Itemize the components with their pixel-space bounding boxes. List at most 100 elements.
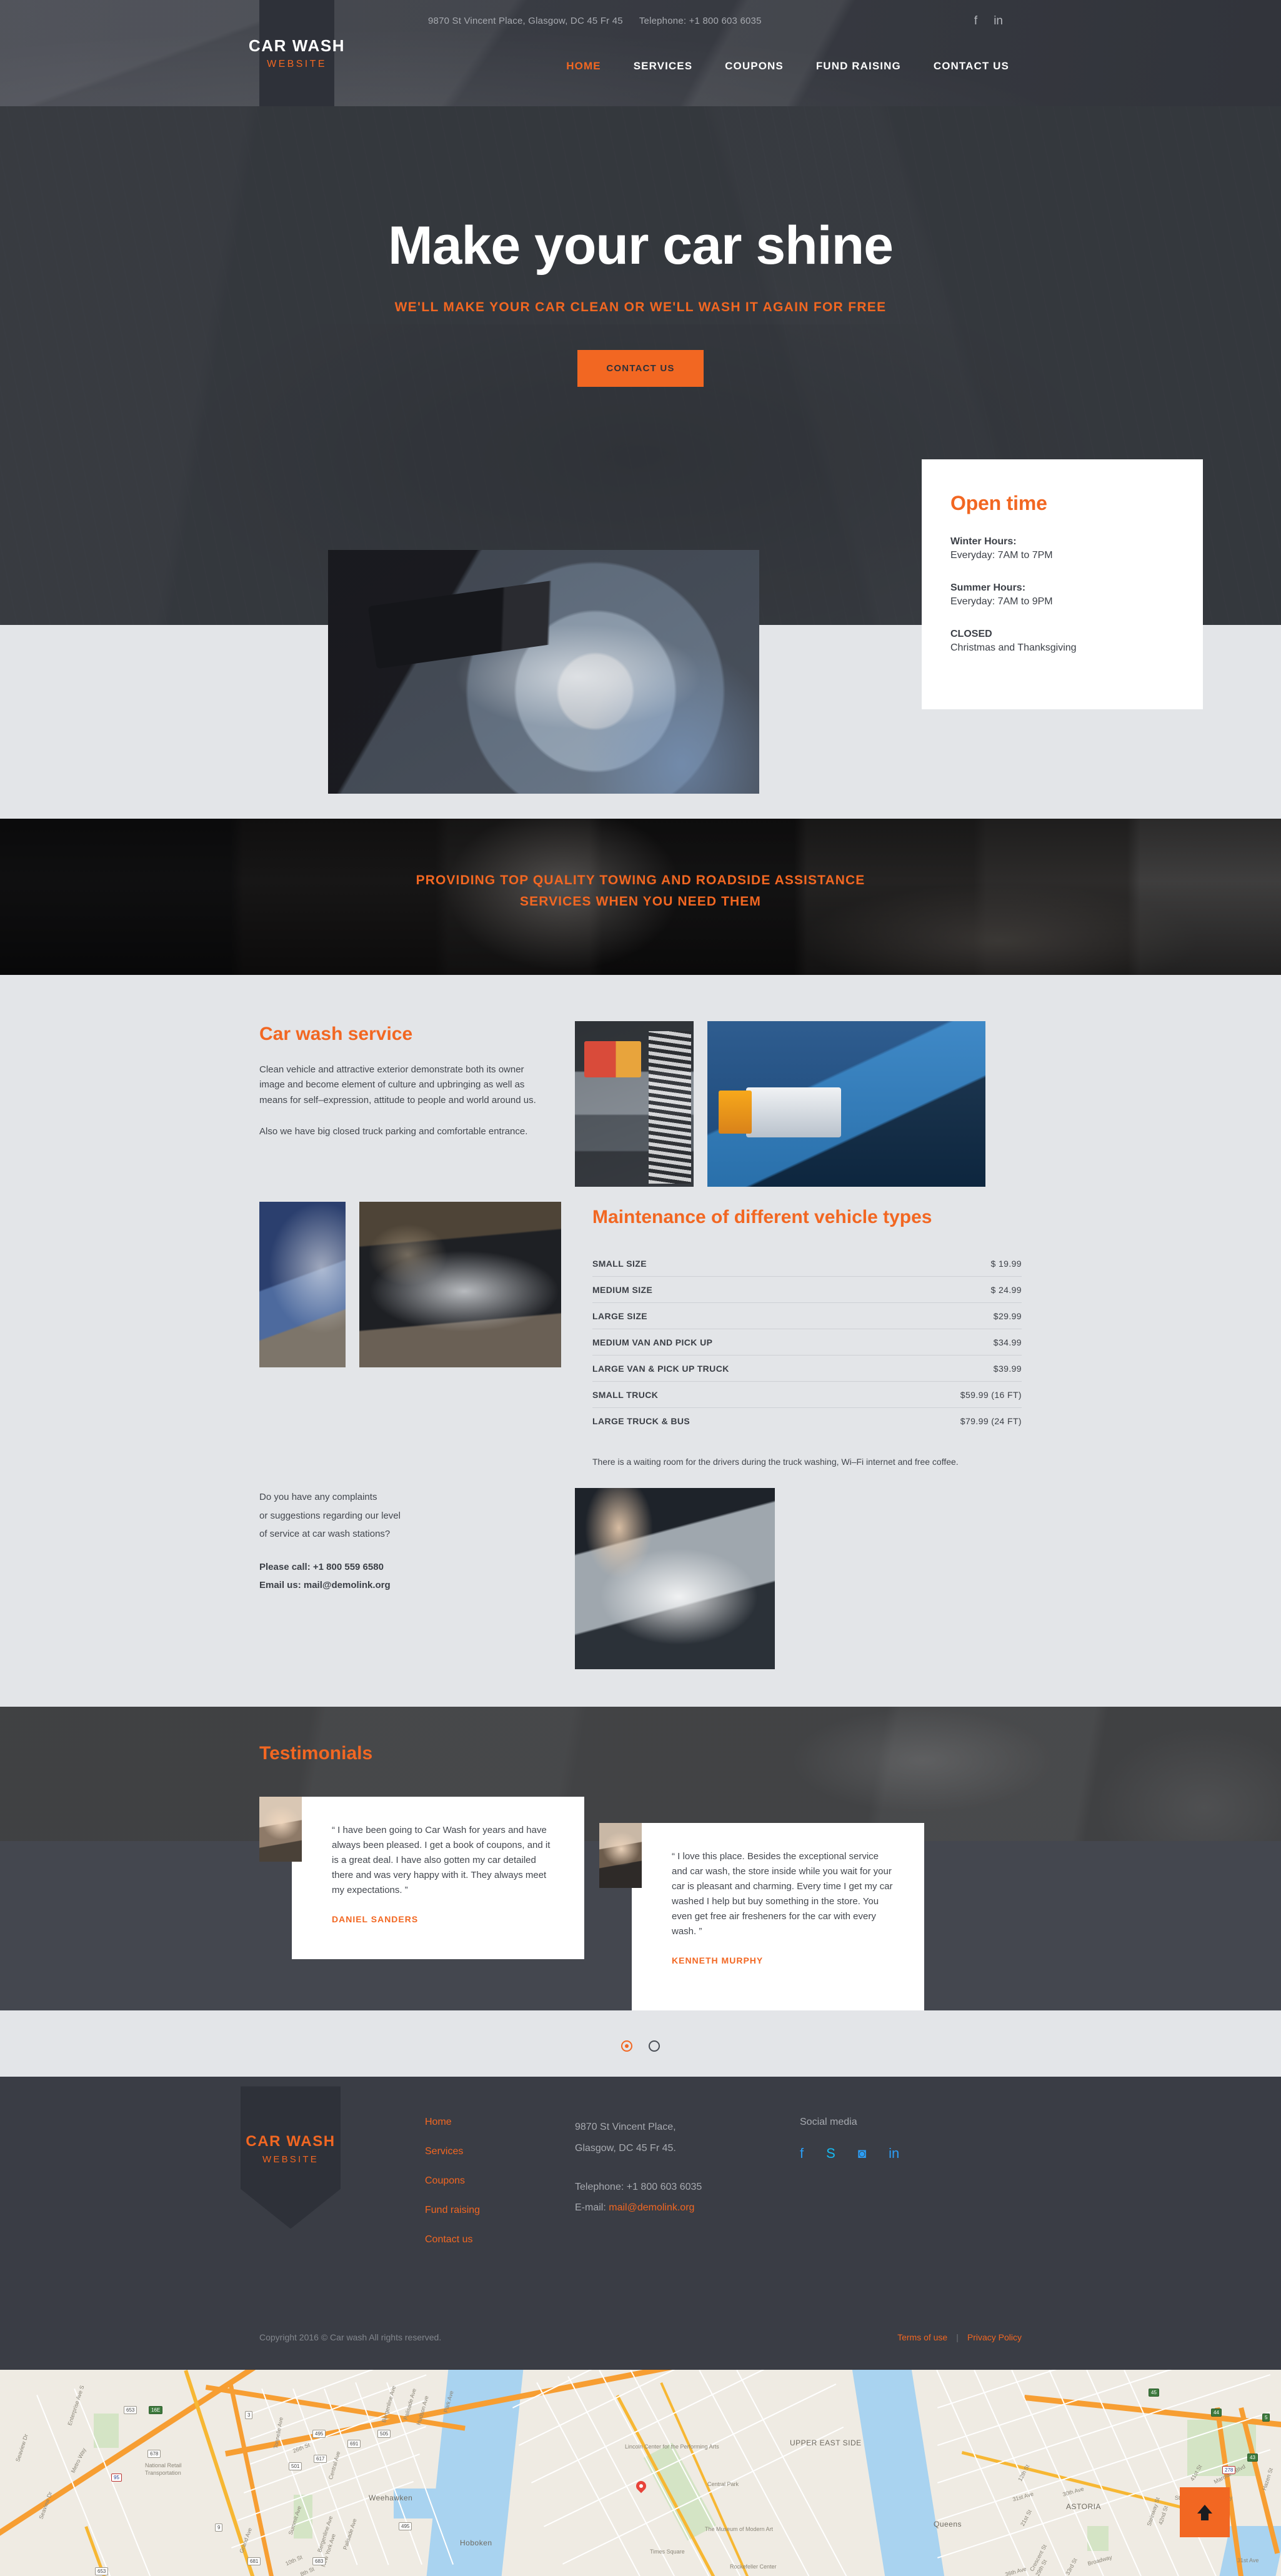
header-topbar: 9870 St Vincent Place, Glasgow, DC 45 Fr… (428, 0, 1022, 41)
map-label: Hoboken (460, 2539, 492, 2548)
skype-icon[interactable]: S (826, 2147, 835, 2160)
hero-contact-button[interactable]: CONTACT US (577, 349, 704, 387)
open-time-section: Open time Winter Hours: Everyday: 7AM to… (0, 459, 1281, 819)
map-route-shield: 5 (1262, 2414, 1270, 2422)
summer-hours-block: Summer Hours: Everyday: 7AM to 9PM (950, 582, 1175, 607)
nav-item-services[interactable]: SERVICES (634, 60, 692, 72)
header-telephone: Telephone: +1 800 603 6035 (639, 15, 762, 26)
towing-line-2: SERVICES WHEN YOU NEED THEM (520, 894, 761, 909)
map-label: The Museum of Modern Art (705, 2526, 774, 2533)
pricing-label: SMALL SIZE (592, 1251, 889, 1277)
map-route-shield: 3 (245, 2411, 253, 2420)
testimonials-title: Testimonials (259, 1743, 373, 1764)
testimonial-card: “ I love this place. Besides the excepti… (599, 1823, 924, 2011)
footer-social-label: Social media (800, 2117, 857, 2128)
pricing-table: SMALL SIZE $ 19.99 MEDIUM SIZE $ 24.99 L… (592, 1251, 1022, 1434)
linkedin-icon[interactable]: in (889, 2147, 899, 2160)
footer-telephone: Telephone: +1 800 603 6035 (575, 2181, 702, 2192)
carousel-dots (0, 2040, 1281, 2052)
footer-nav-contact-us[interactable]: Contact us (425, 2234, 575, 2245)
carousel-dot-1[interactable] (621, 2040, 632, 2052)
open-time-card: Open time Winter Hours: Everyday: 7AM to… (922, 459, 1203, 709)
footer-nav-coupons[interactable]: Coupons (425, 2175, 575, 2187)
pricing-price: $34.99 (889, 1329, 1022, 1356)
map-route-shield: 495 (399, 2522, 412, 2531)
footer-logo-title: CAR WASH (246, 2133, 336, 2150)
photo-truck-rear-wash (575, 1021, 694, 1187)
terms-of-use-link[interactable]: Terms of use (897, 2332, 947, 2342)
footer-navigation: Home Services Coupons Fund raising Conta… (425, 2114, 575, 2264)
closed-block: CLOSED Christmas and Thanksgiving (950, 629, 1175, 654)
scroll-to-top-button[interactable] (1180, 2487, 1230, 2538)
table-row: LARGE SIZE $29.99 (592, 1302, 1022, 1330)
nav-item-coupons[interactable]: COUPONS (725, 60, 784, 72)
map-label: Times Square (650, 2549, 685, 2555)
closed-label: CLOSED (950, 629, 992, 639)
nav-item-contact-us[interactable]: CONTACT US (934, 60, 1009, 72)
facebook-icon[interactable]: f (800, 2147, 804, 2160)
carousel-dot-2[interactable] (649, 2040, 660, 2052)
page-root: CAR WASH WEBSITE 9870 St Vincent Place, … (0, 0, 1281, 2576)
location-map[interactable]: Enterprise Ave S Seaview Dr Metro Way Seavi… (0, 2370, 1281, 2576)
winter-hours-value: Everyday: 7AM to 7PM (950, 550, 1053, 561)
map-route-shield: 678 (147, 2450, 161, 2459)
footer-email-link[interactable]: mail@demolink.org (609, 2202, 694, 2213)
winter-hours-block: Winter Hours: Everyday: 7AM to 7PM (950, 536, 1175, 561)
pricing-label: MEDIUM VAN AND PICK UP (592, 1329, 889, 1356)
winter-hours-label: Winter Hours: (950, 536, 1017, 547)
linkedin-icon[interactable]: in (994, 15, 1003, 27)
map-route-shield: 278 (1222, 2466, 1236, 2475)
map-route-shield: 653 (95, 2567, 109, 2576)
closed-value: Christmas and Thanksgiving (950, 642, 1077, 653)
map-location-pin[interactable] (636, 2481, 646, 2495)
nav-item-home[interactable]: HOME (566, 60, 601, 72)
complaints-line-2: or suggestions regarding our level (259, 1510, 401, 1521)
footer-nav-home[interactable]: Home (425, 2117, 575, 2128)
summer-hours-label: Summer Hours: (950, 582, 1026, 593)
map-label: National Retail (145, 2462, 182, 2469)
map-label: Central Park (707, 2481, 739, 2488)
map-label: 31st Ave (1237, 2557, 1259, 2564)
logo-subtitle: WEBSITE (267, 59, 327, 69)
nav-item-fund-raising[interactable]: FUND RAISING (816, 60, 901, 72)
instagram-icon[interactable]: ◙ (858, 2147, 866, 2160)
pricing-label: MEDIUM SIZE (592, 1276, 889, 1304)
pricing-label: LARGE TRUCK & BUS (592, 1416, 690, 1427)
avatar (599, 1823, 642, 1889)
testimonials-pagination-area (0, 2010, 1281, 2077)
site-footer: CAR WASH WEBSITE Home Services Coupons F… (0, 2077, 1281, 2370)
photo-hand-sponge-wash (575, 1488, 775, 1670)
map-route-shield: 495 (312, 2430, 326, 2439)
privacy-policy-link[interactable]: Privacy Policy (967, 2332, 1022, 2342)
open-time-title: Open time (950, 492, 1047, 514)
footer-nav-fund-raising[interactable]: Fund raising (425, 2205, 575, 2216)
map-route-shield: 681 (247, 2557, 261, 2566)
site-logo[interactable]: CAR WASH WEBSITE (237, 0, 357, 106)
testimonial-author: KENNETH MURPHY (672, 1955, 764, 1966)
pricing-price: $ 19.99 (889, 1251, 1022, 1277)
map-label: ASTORIA (1066, 2502, 1101, 2512)
map-label: Transportation (145, 2470, 181, 2477)
towing-line-1: PROVIDING TOP QUALITY TOWING AND ROADSID… (416, 873, 865, 887)
hero-title: Make your car shine (388, 216, 894, 276)
hero-subtitle: WE'LL MAKE YOUR CAR CLEAN OR WE'LL WASH … (394, 299, 887, 314)
map-route-shield: 653 (124, 2406, 137, 2415)
pricing-note: There is a waiting room for the drivers … (592, 1457, 959, 1467)
complaints-phone: Please call: +1 800 559 6580 (259, 1562, 384, 1573)
complaints-email: Email us: mail@demolink.org (259, 1580, 391, 1591)
map-label: Lincoln Center for the Performing Arts (625, 2444, 719, 2450)
service-title: Car wash service (259, 1024, 413, 1044)
map-route-shield: 95 (111, 2474, 122, 2482)
photo-blue-car-rinse (259, 1202, 346, 1367)
footer-nav-services[interactable]: Services (425, 2146, 575, 2157)
table-row: LARGE TRUCK & BUS $79.99 (24 FT) (592, 1408, 1022, 1434)
testimonial-author: DANIEL SANDERS (332, 1914, 419, 1925)
map-label: Weehawken (369, 2494, 413, 2503)
footer-contact-block: 9870 St Vincent Place, Glasgow, DC 45 Fr… (575, 2114, 781, 2264)
footer-logo[interactable]: CAR WASH WEBSITE (241, 2086, 341, 2264)
map-route-shield: 501 (289, 2462, 302, 2471)
footer-address-line-2: Glasgow, DC 45 Fr 45. (575, 2143, 676, 2154)
facebook-icon[interactable]: f (974, 15, 977, 27)
map-label: Rockefeller Center (730, 2564, 777, 2570)
footer-address-line-1: 9870 St Vincent Place, (575, 2122, 676, 2133)
